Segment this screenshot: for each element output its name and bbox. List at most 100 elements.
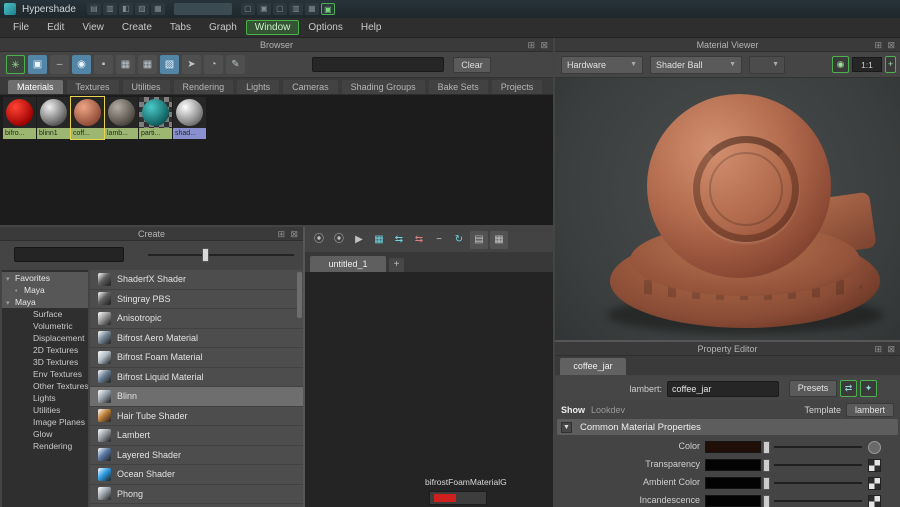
tree-expander-icon[interactable]: •: [15, 286, 24, 296]
browser-toolbar-icon[interactable]: ▦: [116, 55, 135, 74]
browser-toolbar-icon[interactable]: ▦: [138, 55, 157, 74]
browser-tab[interactable]: Bake Sets: [429, 80, 488, 94]
titlebar-icon[interactable]: ▣: [257, 3, 271, 15]
graph-node[interactable]: [429, 491, 487, 505]
workarea-toolbar-icon[interactable]: ⇆: [390, 231, 408, 249]
map-texture-button[interactable]: [868, 459, 881, 472]
workarea-toolbar-icon[interactable]: −: [430, 231, 448, 249]
create-search-input[interactable]: [14, 247, 124, 262]
map-texture-button[interactable]: [868, 495, 881, 507]
titlebar-icon[interactable]: ▤: [87, 3, 101, 15]
titlebar-icon[interactable]: ▦: [305, 3, 319, 15]
shader-list-item[interactable]: ShaderfX Shader: [90, 270, 303, 290]
workarea-tab[interactable]: untitled_1: [310, 256, 386, 272]
create-tree-item[interactable]: Image Planes: [2, 416, 88, 428]
clear-button[interactable]: Clear: [453, 57, 491, 73]
menu-item[interactable]: Options: [299, 20, 351, 35]
browser-toolbar-icon[interactable]: ◉: [72, 55, 91, 74]
panel-popout-icon[interactable]: ⊞: [874, 343, 882, 355]
panel-popout-icon[interactable]: ⊞: [527, 39, 535, 51]
property-quick-button[interactable]: ✦: [860, 380, 877, 397]
create-tree-item[interactable]: 3D Textures: [2, 356, 88, 368]
slider-handle[interactable]: [763, 495, 770, 507]
shader-list-item[interactable]: Phong: [90, 485, 303, 505]
titlebar-icon[interactable]: ▥: [289, 3, 303, 15]
tree-expander-icon[interactable]: ▾: [6, 298, 15, 308]
browser-toolbar-icon[interactable]: ▪: [94, 55, 113, 74]
browser-toolbar-icon[interactable]: ▣: [28, 55, 47, 74]
workarea-toolbar-icon[interactable]: ⦿: [310, 231, 328, 249]
panel-close-icon[interactable]: ⊠: [540, 39, 548, 51]
create-tree-item[interactable]: Env Textures: [2, 368, 88, 380]
template-dropdown[interactable]: lambert: [846, 403, 894, 417]
titlebar-icon[interactable]: ◧: [119, 3, 133, 15]
browser-tab[interactable]: Utilities: [123, 80, 170, 94]
presets-button[interactable]: Presets: [789, 380, 837, 397]
slider-handle[interactable]: [763, 477, 770, 490]
menu-item[interactable]: Tabs: [161, 20, 200, 35]
titlebar-icon[interactable]: ▣: [321, 3, 335, 15]
menu-item[interactable]: File: [4, 20, 38, 35]
menu-item[interactable]: Edit: [38, 20, 73, 35]
shader-list-item[interactable]: Stingray PBS: [90, 290, 303, 310]
geometry-dropdown[interactable]: Shader Ball ▼: [650, 56, 742, 74]
search-input[interactable]: [312, 57, 444, 72]
node-name-field[interactable]: [667, 381, 779, 397]
shader-list-item[interactable]: Bifrost Liquid Material: [90, 368, 303, 388]
shader-list-item[interactable]: Bifrost Aero Material: [90, 329, 303, 349]
create-tree-item[interactable]: ▾Favorites: [2, 272, 88, 284]
panel-close-icon[interactable]: ⊠: [887, 39, 895, 51]
material-swatch[interactable]: bifro...: [3, 97, 36, 139]
browser-tab[interactable]: Cameras: [283, 80, 338, 94]
property-quick-button[interactable]: ⇄: [840, 380, 857, 397]
create-tree-item[interactable]: Lights: [2, 392, 88, 404]
browser-tab[interactable]: Projects: [492, 80, 543, 94]
slider-handle[interactable]: [763, 441, 770, 454]
color-swatch[interactable]: [705, 495, 761, 507]
browser-toolbar-icon[interactable]: ✳: [6, 55, 25, 74]
workarea-toolbar-icon[interactable]: ↻: [450, 231, 468, 249]
color-swatch[interactable]: [705, 477, 761, 489]
material-swatch[interactable]: shad...: [173, 97, 206, 139]
color-swatch[interactable]: [705, 459, 761, 471]
create-tree-item[interactable]: 2D Textures: [2, 344, 88, 356]
browser-tab[interactable]: Shading Groups: [342, 80, 425, 94]
workarea-toolbar-icon[interactable]: ⦿: [330, 231, 348, 249]
create-tree-item[interactable]: Glow: [2, 428, 88, 440]
workarea-toolbar-icon[interactable]: ▦: [490, 231, 508, 249]
panel-close-icon[interactable]: ⊠: [290, 228, 298, 240]
workarea-toolbar-icon[interactable]: ⇆: [410, 231, 428, 249]
menu-item[interactable]: Window: [246, 20, 300, 35]
swatch-size-slider-handle[interactable]: [202, 248, 209, 262]
panel-close-icon[interactable]: ⊠: [887, 343, 895, 355]
map-texture-button[interactable]: [868, 441, 881, 454]
menu-item[interactable]: Help: [352, 20, 391, 35]
zoom-plus-button[interactable]: +: [885, 56, 896, 73]
browser-tab[interactable]: Rendering: [174, 80, 234, 94]
create-tree-item[interactable]: Displacement: [2, 332, 88, 344]
slider-handle[interactable]: [763, 459, 770, 472]
browser-toolbar-icon[interactable]: ➤: [182, 55, 201, 74]
create-tree-item[interactable]: Volumetric: [2, 320, 88, 332]
workspace-selector[interactable]: [174, 3, 232, 15]
workarea-toolbar-icon[interactable]: ▦: [370, 231, 388, 249]
material-swatch[interactable]: coff...: [71, 97, 104, 139]
browser-tab[interactable]: Textures: [67, 80, 119, 94]
browser-toolbar-icon[interactable]: –: [50, 55, 69, 74]
menu-item[interactable]: View: [73, 20, 113, 35]
shader-list-item[interactable]: Bifrost Foam Material: [90, 348, 303, 368]
snapshot-camera-button[interactable]: ◉: [832, 56, 849, 73]
shader-list-item[interactable]: Anisotropic: [90, 309, 303, 329]
titlebar-icon[interactable]: ▥: [103, 3, 117, 15]
shader-list-item[interactable]: Blinn: [90, 387, 303, 407]
slider-track[interactable]: [774, 446, 862, 448]
titlebar-icon[interactable]: ▦: [151, 3, 165, 15]
create-tree-item[interactable]: Utilities: [2, 404, 88, 416]
new-tab-button[interactable]: +: [389, 258, 404, 272]
panel-popout-icon[interactable]: ⊞: [874, 39, 882, 51]
common-material-properties-section[interactable]: ▼ Common Material Properties: [557, 419, 898, 435]
section-expander-icon[interactable]: ▼: [561, 422, 572, 433]
material-swatch[interactable]: blinn1: [37, 97, 70, 139]
workarea-toolbar-icon[interactable]: ▤: [470, 231, 488, 249]
shader-list-item[interactable]: Ocean Shader: [90, 465, 303, 485]
